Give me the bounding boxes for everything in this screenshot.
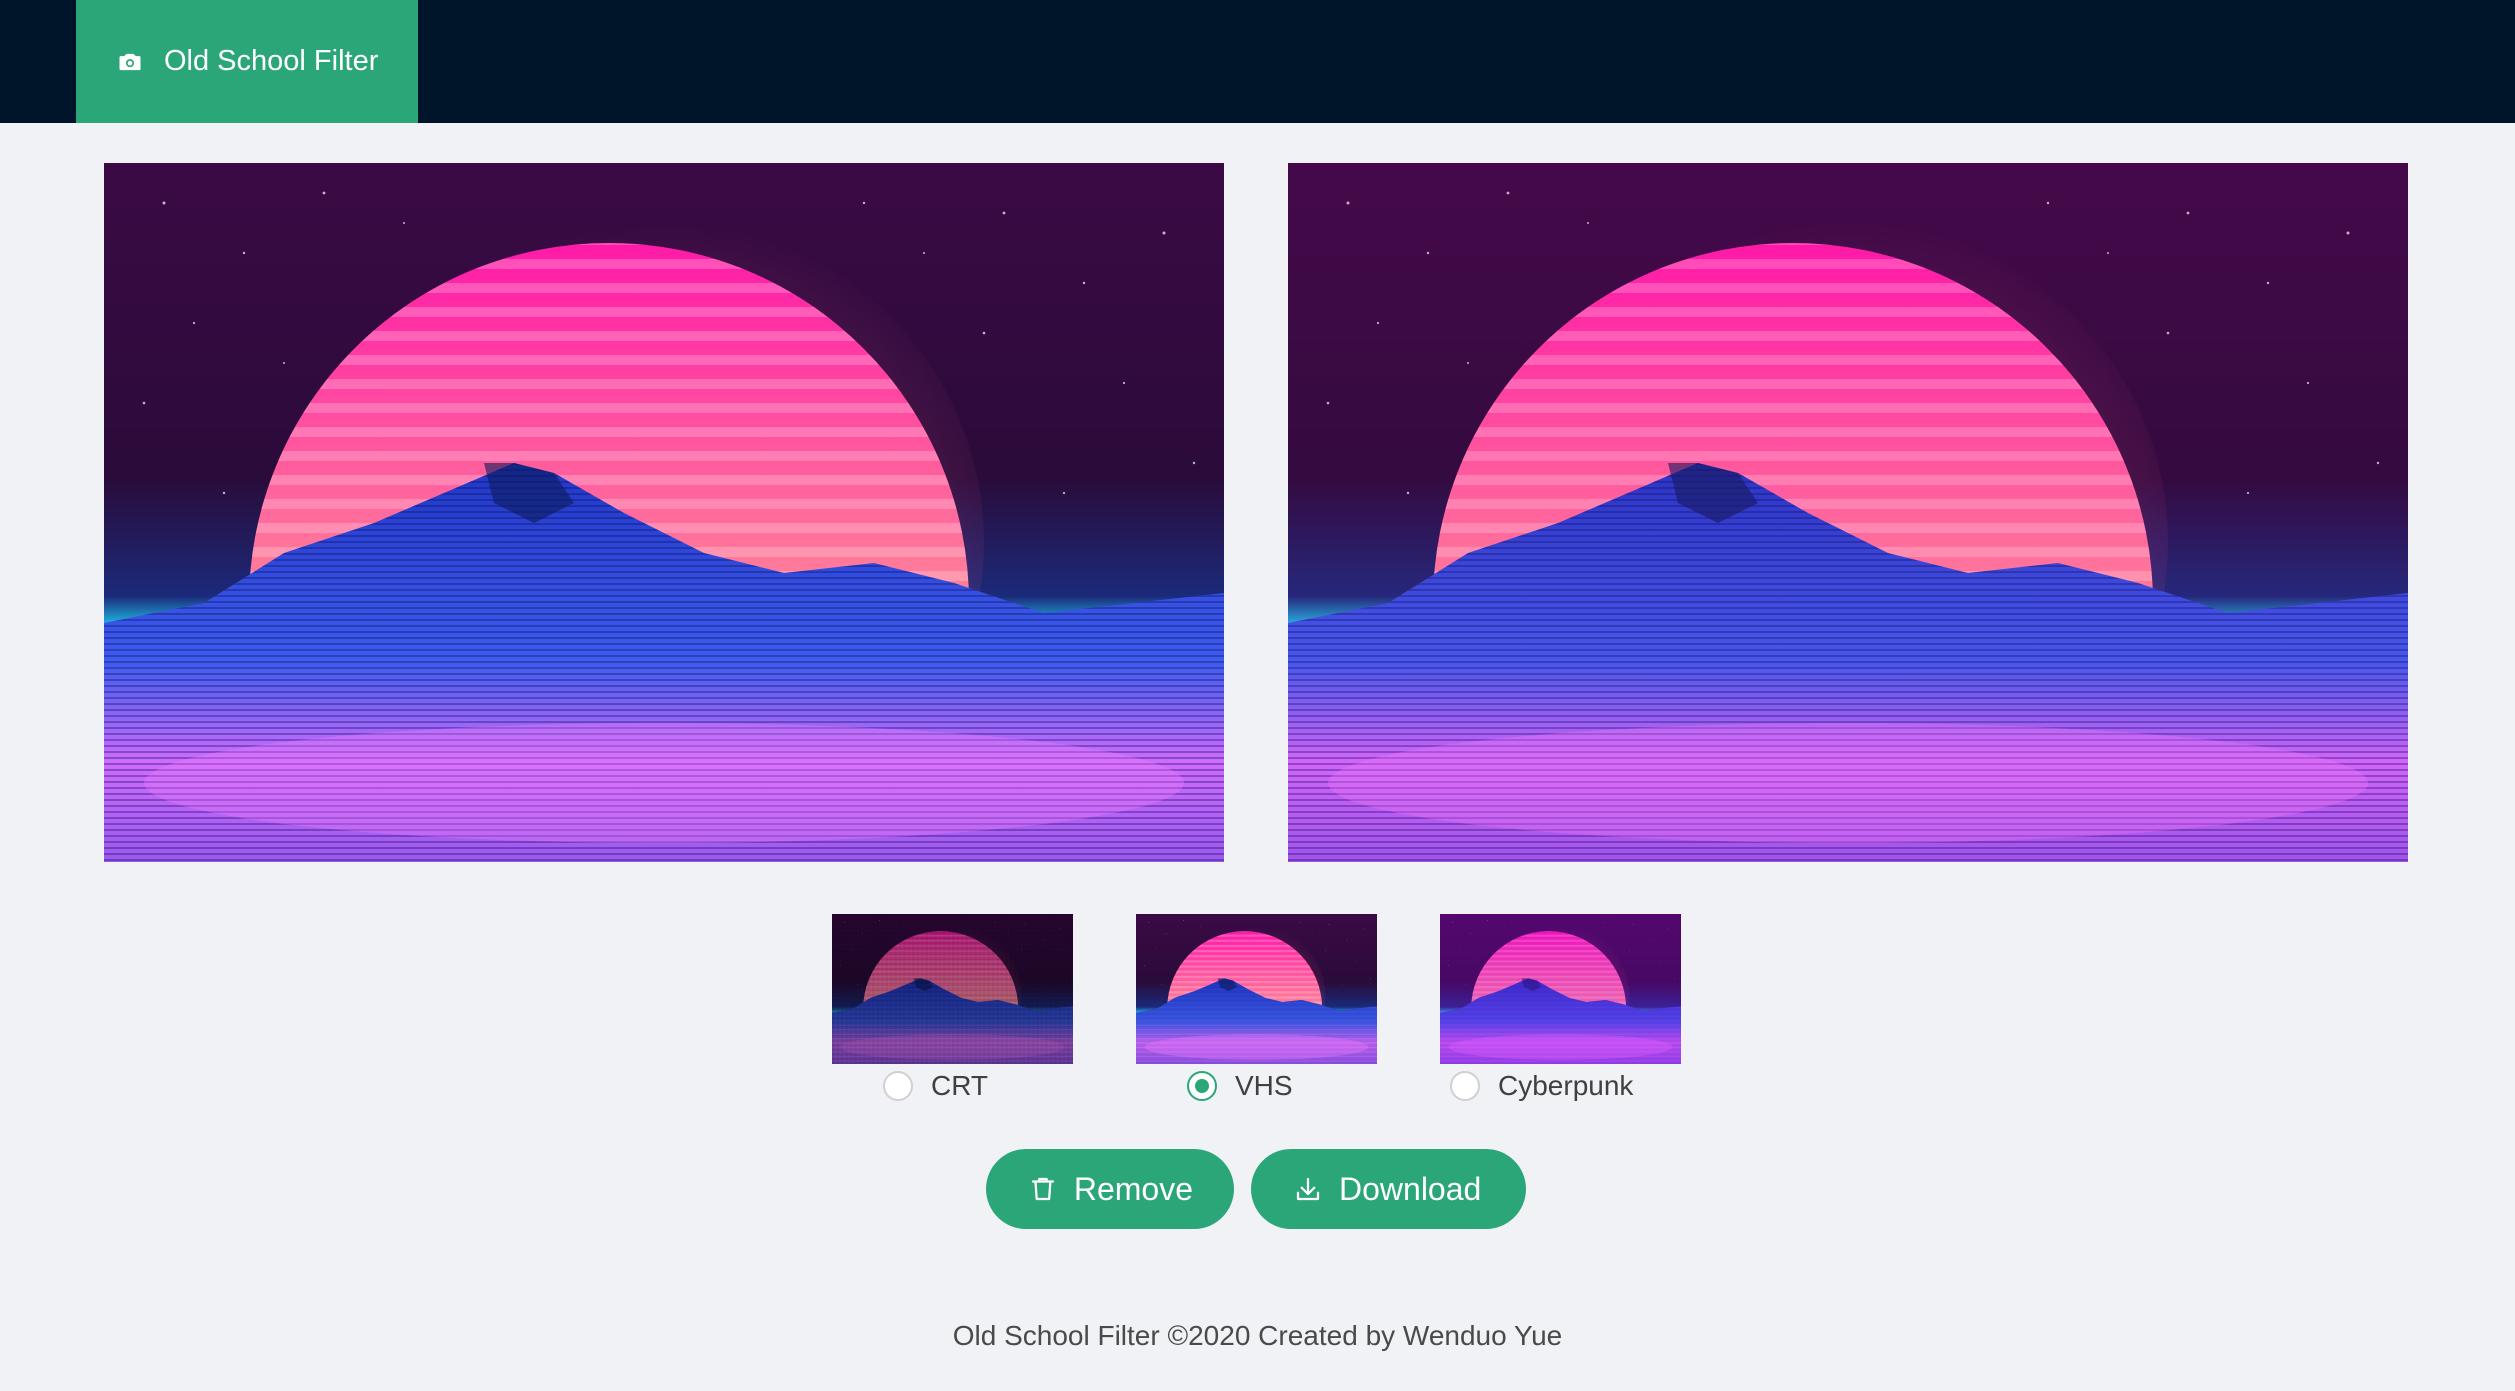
crt-radio[interactable] xyxy=(883,1071,913,1101)
cyberpunk-label: Cyberpunk xyxy=(1498,1070,1634,1101)
filter-options: CRT VHS Cyberpunk xyxy=(832,914,1682,1114)
vhs-thumbnail[interactable] xyxy=(1136,914,1377,1064)
brand-label: Old School Filter xyxy=(164,45,379,77)
vhs-radio-row[interactable]: VHS xyxy=(1187,1070,1293,1102)
crt-label: CRT xyxy=(931,1070,989,1101)
remove-label: Remove xyxy=(1073,1170,1193,1207)
filter-option-vhs[interactable]: VHS xyxy=(1136,914,1377,1101)
top-nav-bar: Old School Filter xyxy=(0,0,2515,123)
download-label: Download xyxy=(1339,1170,1482,1207)
filtered-image-preview xyxy=(1288,163,2408,862)
filter-option-cyberpunk[interactable]: Cyberpunk xyxy=(1440,914,1681,1101)
cyberpunk-radio-row[interactable]: Cyberpunk xyxy=(1450,1070,1633,1102)
camera-icon xyxy=(119,53,141,70)
download-button[interactable]: Download xyxy=(1251,1149,1526,1229)
cyberpunk-thumbnail[interactable] xyxy=(1440,914,1681,1064)
crt-thumbnail[interactable] xyxy=(832,914,1073,1064)
vhs-label: VHS xyxy=(1235,1070,1293,1101)
filter-option-crt[interactable]: CRT xyxy=(832,914,1073,1101)
remove-button[interactable]: Remove xyxy=(986,1149,1234,1229)
crt-radio-row[interactable]: CRT xyxy=(883,1070,988,1102)
download-icon xyxy=(1296,1177,1320,1201)
brand-menu-item[interactable]: Old School Filter xyxy=(76,0,418,123)
action-buttons: Remove Download xyxy=(986,1149,1526,1229)
trash-icon xyxy=(1031,1177,1054,1201)
cyberpunk-radio[interactable] xyxy=(1450,1071,1480,1101)
vhs-radio[interactable] xyxy=(1187,1071,1217,1101)
original-image xyxy=(104,163,1224,862)
footer-text: Old School Filter ©2020 Created by Wendu… xyxy=(952,1320,1563,1351)
